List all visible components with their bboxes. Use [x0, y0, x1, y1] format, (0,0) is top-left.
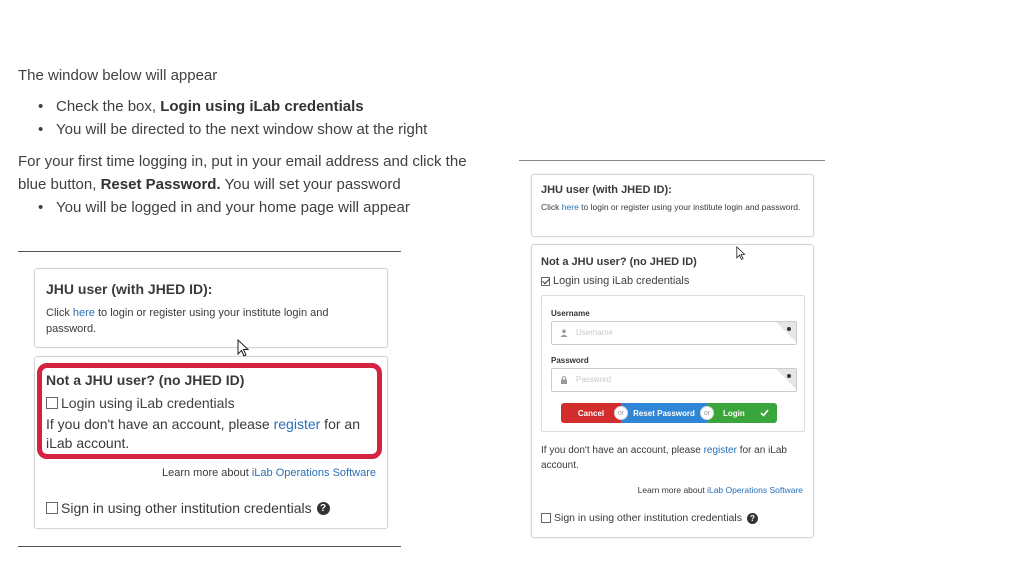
- first-time-paragraph: For your first time logging in, put in y…: [18, 153, 467, 193]
- jhu-user-title: JHU user (with JHED ID):: [46, 281, 213, 297]
- list-item: You will be logged in and your home page…: [38, 196, 410, 219]
- input-corner: [776, 369, 796, 389]
- highlight-box: [37, 363, 382, 459]
- password-placeholder: Password: [576, 375, 612, 384]
- divider-line: [519, 160, 825, 161]
- learn-more-text: Learn more about iLab Operations Softwar…: [161, 467, 376, 479]
- ilab-software-link[interactable]: iLab Operations Software: [707, 485, 803, 495]
- username-placeholder: Username: [576, 328, 613, 337]
- password-label: Password: [551, 356, 589, 365]
- instruction-list-1: Check the box, Login using iLab credenti…: [38, 95, 427, 141]
- mouse-cursor-icon: [237, 339, 250, 357]
- other-institution-label: Sign in using other institution credenti…: [554, 512, 742, 524]
- learn-more-text: Learn more about iLab Operations Softwar…: [637, 485, 803, 495]
- cancel-button[interactable]: Cancel: [561, 403, 621, 423]
- username-label: Username: [551, 309, 590, 318]
- help-icon[interactable]: ?: [316, 501, 330, 515]
- login-ilab-checkbox-row[interactable]: Login using iLab credentials: [541, 275, 689, 287]
- ilab-login-form: Username Username Password Password Canc…: [541, 295, 805, 432]
- or-separator: or: [700, 406, 714, 420]
- other-institution-checkbox[interactable]: [541, 513, 551, 523]
- reset-password-button[interactable]: Reset Password: [621, 403, 707, 423]
- divider-line: [18, 251, 401, 252]
- other-institution-checkbox[interactable]: [46, 502, 58, 514]
- login-ilab-checkbox[interactable]: [541, 276, 550, 286]
- checkmark-icon: [760, 409, 769, 417]
- login-button-label: Login: [723, 408, 745, 418]
- or-separator: or: [614, 406, 628, 420]
- login-ilab-label: Login using iLab credentials: [553, 275, 690, 287]
- jhu-here-link[interactable]: here: [562, 202, 579, 212]
- user-icon: [560, 329, 568, 337]
- other-institution-label: Sign in using other institution credenti…: [61, 500, 312, 516]
- jhu-user-title: JHU user (with JHED ID):: [541, 184, 672, 196]
- other-institution-row[interactable]: Sign in using other institution credenti…: [541, 512, 758, 524]
- register-text: If you don't have an account, please reg…: [541, 445, 787, 471]
- login-credentials-emphasis: Login using iLab credentials: [160, 98, 364, 115]
- help-icon[interactable]: ?: [746, 512, 758, 524]
- jhu-user-description: Click here to login or register using yo…: [541, 202, 801, 212]
- input-corner: [776, 322, 796, 342]
- jhu-user-panel: JHU user (with JHED ID): Click here to l…: [34, 268, 388, 348]
- password-input[interactable]: Password: [551, 368, 797, 392]
- list-item: Check the box, Login using iLab credenti…: [38, 95, 427, 118]
- divider-line: [18, 546, 401, 547]
- required-dot-icon: [787, 374, 791, 378]
- other-institution-row[interactable]: Sign in using other institution credenti…: [46, 500, 330, 516]
- lock-icon: [561, 376, 567, 384]
- non-jhu-user-panel-right: Not a JHU user? (no JHED ID) Login using…: [531, 244, 814, 538]
- ilab-software-link[interactable]: iLab Operations Software: [252, 467, 376, 479]
- required-dot-icon: [787, 327, 791, 331]
- jhu-user-panel-right: JHU user (with JHED ID): Click here to l…: [531, 174, 814, 237]
- login-button[interactable]: Login: [707, 403, 777, 423]
- reset-password-emphasis: Reset Password.: [100, 176, 221, 193]
- instruction-list-2: You will be logged in and your home page…: [38, 196, 410, 219]
- non-jhu-title: Not a JHU user? (no JHED ID): [541, 256, 697, 268]
- jhu-here-link[interactable]: here: [73, 307, 95, 319]
- jhu-user-description: Click here to login or register using yo…: [46, 307, 329, 335]
- intro-text: The window below will appear: [18, 67, 218, 84]
- register-link[interactable]: register: [704, 445, 737, 456]
- mouse-cursor-icon: [736, 246, 746, 261]
- list-item: You will be directed to the next window …: [38, 118, 427, 141]
- username-input[interactable]: Username: [551, 321, 797, 345]
- form-button-row: Cancel or Reset Password or Login: [561, 403, 777, 423]
